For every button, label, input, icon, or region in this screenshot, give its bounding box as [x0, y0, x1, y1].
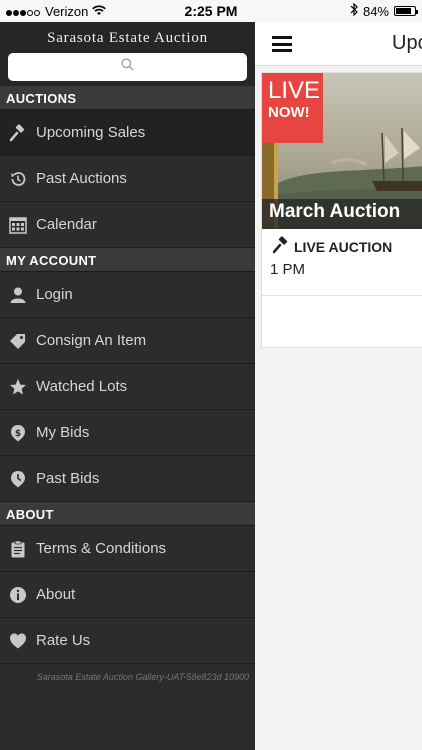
auction-card[interactable]: LIVE NOW! March Auction LIVE AUCTION 1 P…	[261, 72, 422, 348]
menu-item-rate-us[interactable]: Rate Us	[0, 618, 255, 664]
menu-item-consign-an-item[interactable]: Consign An Item	[0, 318, 255, 364]
user-icon	[8, 285, 28, 305]
dollar-icon: $	[8, 423, 28, 443]
info-icon	[8, 585, 28, 605]
side-menu-header: Sarasota Estate Auction	[0, 22, 255, 86]
live-badge-line1: LIVE	[268, 77, 321, 104]
battery-percent: 84%	[362, 3, 389, 19]
main-content: Upc	[255, 22, 422, 750]
menu-item-label: Rate Us	[36, 632, 91, 649]
menu-item-upcoming-sales[interactable]: Upcoming Sales	[0, 110, 255, 156]
auction-time: 1 PM	[270, 261, 306, 278]
tag-icon	[8, 331, 28, 351]
menu-item-label: Watched Lots	[36, 378, 128, 395]
page-title: Upc	[392, 32, 422, 54]
section-header-my-account: MY ACCOUNT	[0, 248, 255, 272]
search-input[interactable]	[8, 53, 247, 81]
menu-item-calendar[interactable]: Calendar	[0, 202, 255, 248]
menu-item-login[interactable]: Login	[0, 272, 255, 318]
hamburger-menu-icon[interactable]	[272, 36, 292, 52]
auction-thumbnail: LIVE NOW! March Auction	[262, 73, 422, 229]
auction-title: March Auction	[262, 199, 422, 229]
section-header-auctions: AUCTIONS	[0, 86, 255, 110]
menu-item-label: Calendar	[36, 216, 97, 233]
clipboard-icon	[8, 539, 28, 559]
menu-item-my-bids[interactable]: $ My Bids	[0, 410, 255, 456]
live-badge-line2: NOW!	[268, 104, 310, 121]
menu-item-label: My Bids	[36, 424, 90, 441]
battery-icon	[394, 6, 418, 16]
menu-item-watched-lots[interactable]: Watched Lots	[0, 364, 255, 410]
top-bar: Upc	[255, 22, 422, 66]
heart-icon	[8, 631, 28, 651]
svg-text:$: $	[15, 429, 21, 439]
menu-item-about[interactable]: About	[0, 572, 255, 618]
menu-item-label: Past Bids	[36, 470, 100, 487]
menu-item-terms-conditions[interactable]: Terms & Conditions	[0, 526, 255, 572]
menu-item-past-auctions[interactable]: Past Auctions	[0, 156, 255, 202]
auction-type: LIVE AUCTION	[272, 236, 392, 257]
status-bar: Verizon 2:25 PM 84%	[0, 0, 422, 22]
app-version-footer: Sarasota Estate Auction Gallery-UAT-58e8…	[36, 672, 249, 682]
menu-item-past-bids[interactable]: Past Bids	[0, 456, 255, 502]
menu-item-label: Upcoming Sales	[36, 124, 146, 141]
menu-item-label: Consign An Item	[36, 332, 147, 349]
side-menu: Sarasota Estate Auction AUCTIONS Upcomin…	[0, 22, 255, 750]
auction-type-label: LIVE AUCTION	[294, 238, 393, 255]
star-icon	[8, 377, 28, 397]
menu-item-label: Login	[36, 286, 73, 303]
history-icon	[8, 169, 28, 189]
search-icon	[121, 58, 134, 76]
bluetooth-icon	[350, 2, 358, 19]
menu-item-label: Past Auctions	[36, 170, 127, 187]
clock-icon	[8, 469, 28, 489]
calendar-icon	[8, 215, 28, 235]
card-divider	[262, 295, 422, 296]
app-title: Sarasota Estate Auction	[47, 30, 208, 46]
gavel-icon	[8, 123, 28, 143]
gavel-icon	[272, 236, 290, 257]
live-now-badge: LIVE NOW!	[262, 73, 323, 143]
menu-item-label: About	[36, 586, 76, 603]
menu-item-label: Terms & Conditions	[36, 540, 167, 557]
section-header-about: ABOUT	[0, 502, 255, 526]
